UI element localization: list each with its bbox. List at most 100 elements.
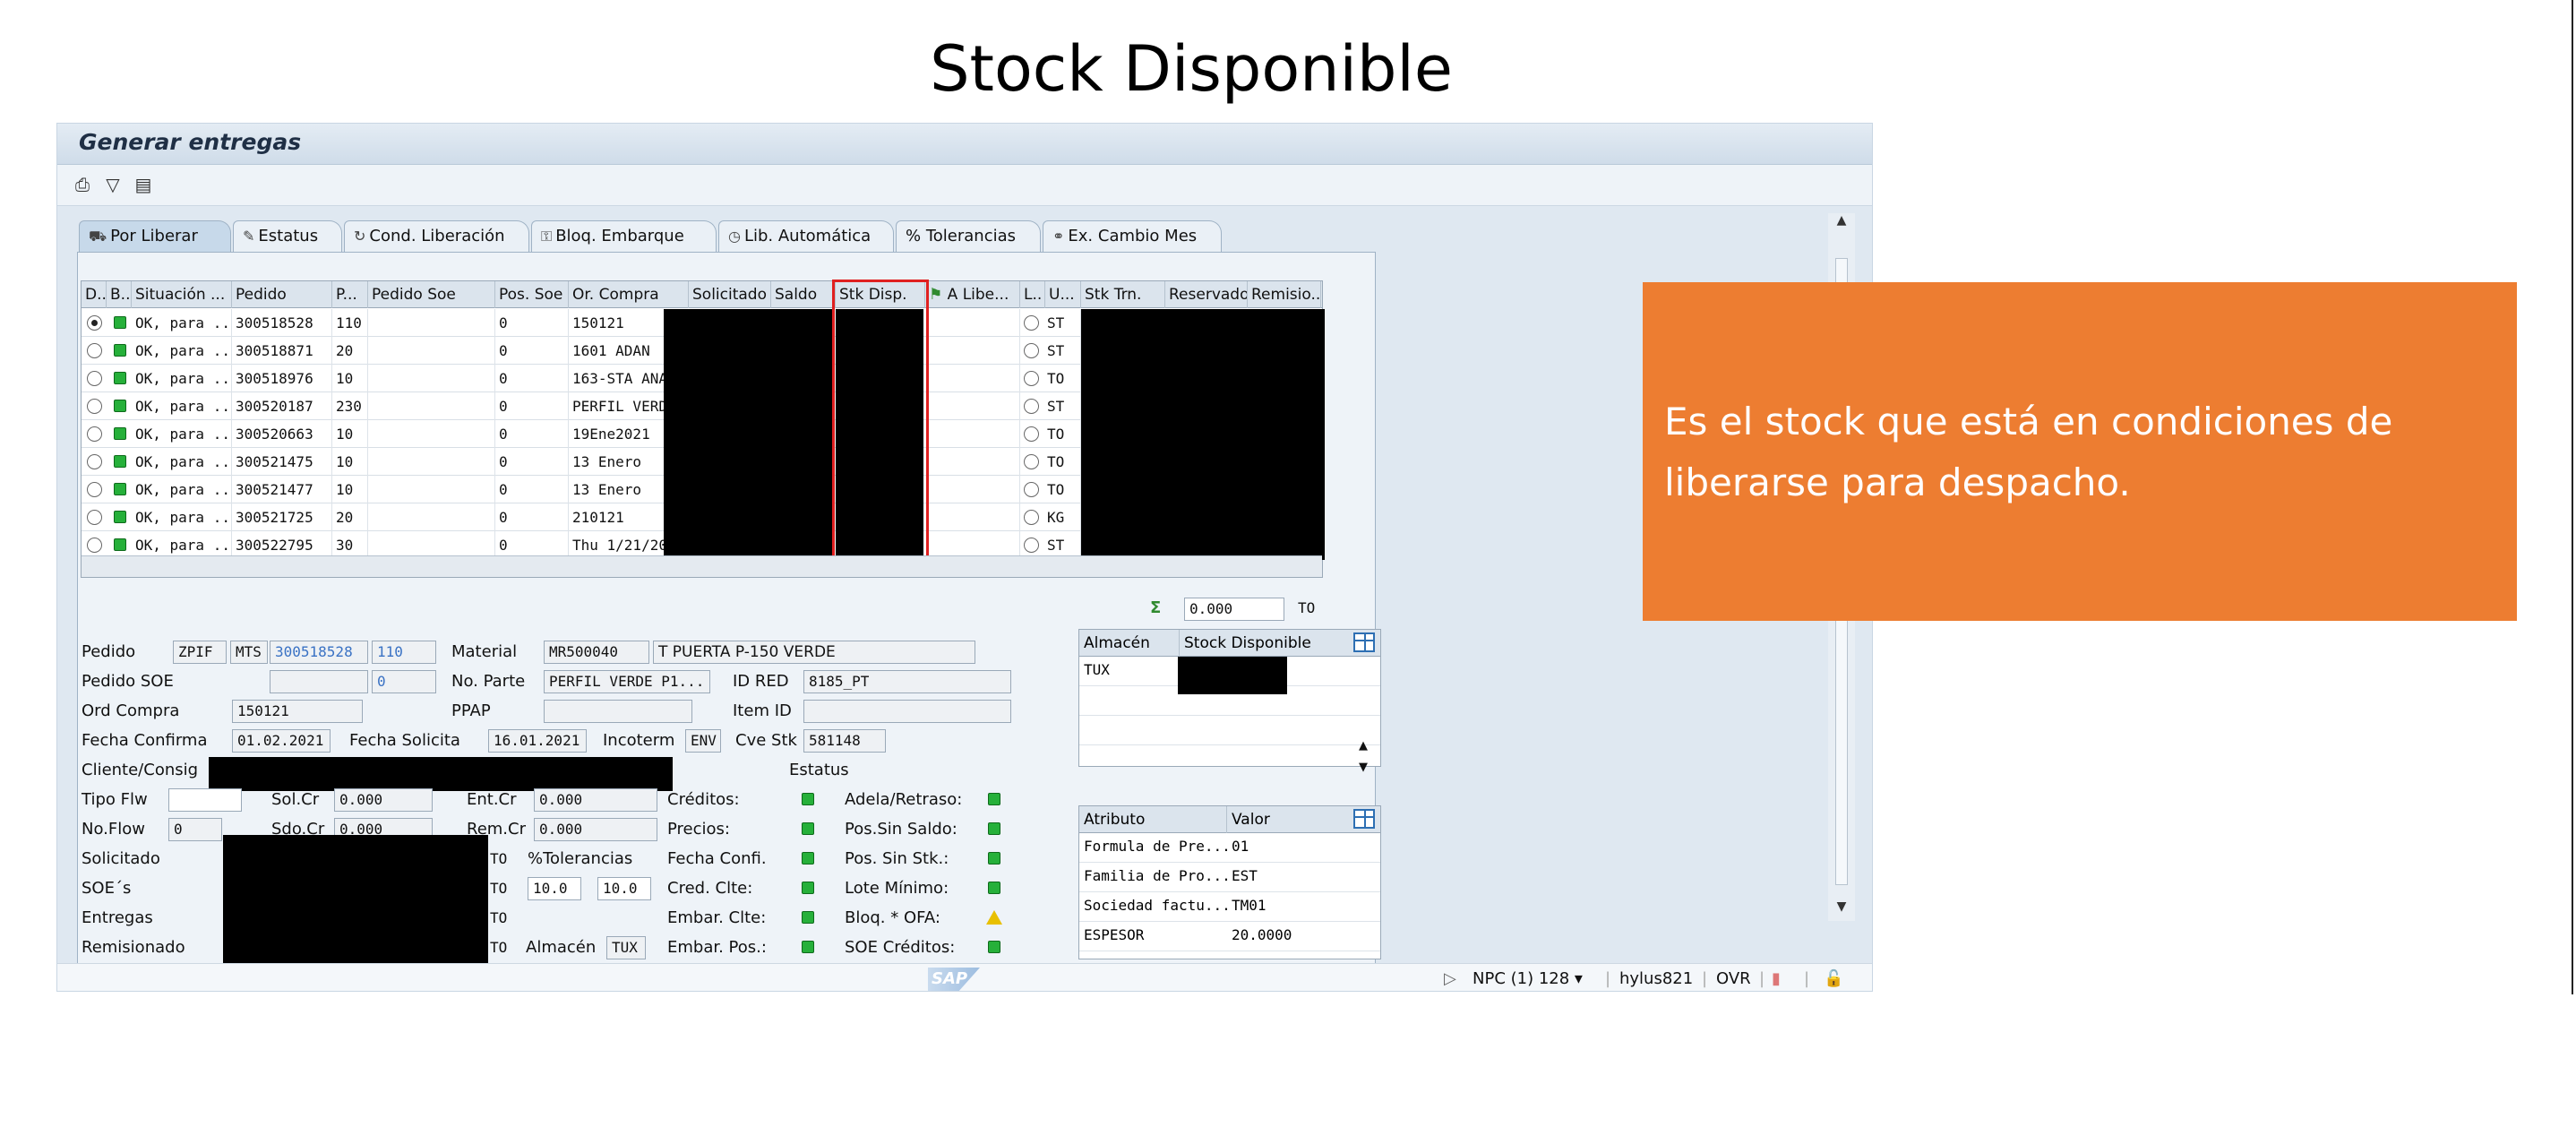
ppap-label: PPAP xyxy=(451,701,491,720)
row-select-radio[interactable] xyxy=(87,426,102,442)
col-header[interactable]: Pedido Soe xyxy=(368,281,495,308)
lote-radio[interactable] xyxy=(1024,510,1039,525)
tab-por-liberar[interactable]: ⛟ Por Liberar xyxy=(79,220,231,253)
col-header[interactable]: Almacén xyxy=(1079,630,1180,657)
stock-table: Almacén Stock Disponible TUX xyxy=(1078,629,1381,767)
col-header[interactable]: U... xyxy=(1045,281,1081,308)
status-bar: SAP ▷ NPC (1) 128 ▾ | hylus821 | OVR | ▮… xyxy=(57,963,1872,991)
pedido-soe-pos: 0 xyxy=(372,670,436,693)
col-header[interactable]: L.. xyxy=(1020,281,1045,308)
cell-pos-soe: 0 xyxy=(495,503,569,531)
tab-ex-cambio-mes[interactable]: ⚭ Ex. Cambio Mes xyxy=(1043,220,1222,253)
col-header[interactable]: Stock Disponible xyxy=(1180,630,1350,657)
document-icon[interactable]: ▤ xyxy=(133,174,154,195)
col-header[interactable]: Solicitado xyxy=(689,281,771,308)
col-header[interactable]: Atributo xyxy=(1079,806,1227,833)
lote-radio[interactable] xyxy=(1024,426,1039,442)
row-select-radio[interactable] xyxy=(87,454,102,469)
lote-radio[interactable] xyxy=(1024,538,1039,553)
tolerancias-label: %Tolerancias xyxy=(528,849,633,868)
status-label: Pos. Sin Stk.: xyxy=(845,849,949,868)
col-header[interactable]: P... xyxy=(332,281,368,308)
grid-hscroll[interactable] xyxy=(82,555,1322,577)
lote-radio[interactable] xyxy=(1024,454,1039,469)
redacted-cliente xyxy=(209,757,673,791)
filter-icon[interactable]: ▽ xyxy=(102,174,124,195)
table-settings-icon[interactable] xyxy=(1353,632,1375,652)
tipo-flw-field[interactable] xyxy=(168,788,242,812)
tab-cond-liberacion[interactable]: ↻ Cond. Liberación xyxy=(344,220,529,253)
tab-bloq-embarque[interactable]: ⚿ Bloq. Embarque xyxy=(531,220,717,253)
no-flow-field: 0 xyxy=(168,818,222,841)
print-icon[interactable]: ⎙ xyxy=(72,174,93,195)
col-header[interactable]: Remisio... xyxy=(1248,281,1321,308)
col-header[interactable]: B.. xyxy=(107,281,132,308)
row-select-radio[interactable] xyxy=(87,399,102,414)
table-row[interactable] xyxy=(1079,716,1380,745)
tab-estatus[interactable]: ✎ Estatus xyxy=(233,220,342,253)
scroll-down-icon[interactable]: ▼ xyxy=(1832,899,1851,919)
row-select-radio[interactable] xyxy=(87,343,102,358)
sum-icon[interactable]: Σ xyxy=(1150,598,1161,617)
cell-empty xyxy=(925,476,1020,503)
col-header[interactable]: Or. Compra xyxy=(569,281,689,308)
table-row[interactable]: ESPESOR 20.0000 xyxy=(1079,922,1380,951)
col-header[interactable]: Reservado xyxy=(1165,281,1248,308)
col-header[interactable]: ⚑ A Libe... xyxy=(925,281,1020,308)
tolerancia-1-field[interactable]: 10.0 xyxy=(528,877,581,900)
row-select-radio[interactable] xyxy=(87,482,102,497)
sol-cr-label: Sol.Cr xyxy=(271,790,320,809)
tab-label: Bloq. Embarque xyxy=(555,227,684,245)
col-header[interactable]: D.. xyxy=(82,281,107,308)
no-parte-field: PERFIL VERDE P1... xyxy=(544,670,710,693)
tab-label: Ex. Cambio Mes xyxy=(1068,227,1198,245)
table-row[interactable]: Familia de Pro... EST xyxy=(1079,863,1380,892)
lote-radio[interactable] xyxy=(1024,399,1039,414)
rem-cr-field: 0.000 xyxy=(534,818,657,841)
status-label: Cred. Clte: xyxy=(667,879,753,898)
col-header[interactable]: Situación ... xyxy=(132,281,232,308)
system-info[interactable]: NPC (1) 128 ▾ xyxy=(1473,969,1583,988)
table-row[interactable]: TUX xyxy=(1079,657,1380,694)
row-select-radio[interactable] xyxy=(87,315,102,331)
cell-pos-soe: 0 xyxy=(495,420,569,448)
scroll-up-icon[interactable]: ▲ xyxy=(1359,739,1368,753)
dropdown-icon: ▾ xyxy=(1574,969,1583,988)
lote-radio[interactable] xyxy=(1024,315,1039,331)
scroll-down-icon[interactable]: ▼ xyxy=(1359,761,1368,774)
cell-empty xyxy=(368,420,495,448)
tolerancia-2-field[interactable]: 10.0 xyxy=(597,877,651,900)
col-header[interactable]: Valor xyxy=(1227,806,1350,833)
col-header[interactable]: Saldo xyxy=(771,281,836,308)
redacted-block xyxy=(664,309,834,560)
row-select-radio[interactable] xyxy=(87,371,102,386)
total-unit: TO xyxy=(1298,599,1316,616)
col-header[interactable]: Stk Trn. xyxy=(1081,281,1165,308)
ent-cr-field: 0.000 xyxy=(534,788,657,812)
lote-radio[interactable] xyxy=(1024,371,1039,386)
table-row[interactable] xyxy=(1079,686,1380,716)
lote-radio[interactable] xyxy=(1024,482,1039,497)
col-header-label: A Libe... xyxy=(947,286,1009,304)
table-row[interactable]: Formula de Pre... 01 xyxy=(1079,833,1380,863)
row-select-radio[interactable] xyxy=(87,538,102,553)
lote-radio[interactable] xyxy=(1024,343,1039,358)
cell-empty xyxy=(368,448,495,476)
cell-pos-soe: 0 xyxy=(495,448,569,476)
status-ok-icon xyxy=(802,911,814,924)
play-icon[interactable]: ▷ xyxy=(1444,969,1456,988)
incoterm-field: ENV xyxy=(685,729,721,753)
cell-empty xyxy=(368,392,495,420)
tab-lib-automatica[interactable]: ◷ Lib. Automática xyxy=(718,220,894,253)
ppap-field xyxy=(544,700,692,723)
table-settings-icon[interactable] xyxy=(1353,809,1375,829)
status-label: Embar. Clte: xyxy=(667,908,767,927)
cell-pos: 10 xyxy=(332,448,368,476)
col-header[interactable]: Pos. Soe xyxy=(495,281,569,308)
row-select-radio[interactable] xyxy=(87,510,102,525)
col-header[interactable]: Pedido xyxy=(232,281,332,308)
table-row[interactable]: Sociedad factu... TM01 xyxy=(1079,892,1380,922)
tab-tolerancias[interactable]: % Tolerancias xyxy=(896,220,1041,253)
scroll-up-icon[interactable]: ▲ xyxy=(1832,213,1851,233)
lock-icon[interactable]: 🔓 xyxy=(1824,969,1843,988)
